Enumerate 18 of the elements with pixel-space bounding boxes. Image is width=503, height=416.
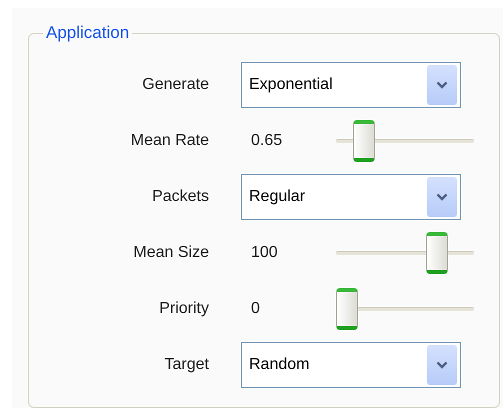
dropdown[interactable]: Regular <box>241 174 461 220</box>
field-label: Generate <box>141 75 209 95</box>
field-label: Packets <box>151 187 209 207</box>
slider-thumb[interactable] <box>353 120 376 162</box>
slider-thumb[interactable] <box>426 232 448 274</box>
field-label: Target <box>164 355 209 375</box>
value-reading: 0 <box>250 299 261 319</box>
dropdown[interactable]: Exponential <box>241 62 461 108</box>
dropdown[interactable]: Random <box>241 342 461 388</box>
slider-track[interactable] <box>336 120 474 162</box>
value-reading: 0.65 <box>250 131 284 151</box>
field-label: Mean Rate <box>130 131 209 151</box>
value-reading: 100 <box>250 243 279 263</box>
slider-track[interactable] <box>336 288 474 330</box>
slider-track[interactable] <box>336 232 474 274</box>
slider-thumb[interactable] <box>336 288 358 330</box>
field-label: Priority <box>158 299 209 319</box>
field-label: Mean Size <box>132 243 209 263</box>
